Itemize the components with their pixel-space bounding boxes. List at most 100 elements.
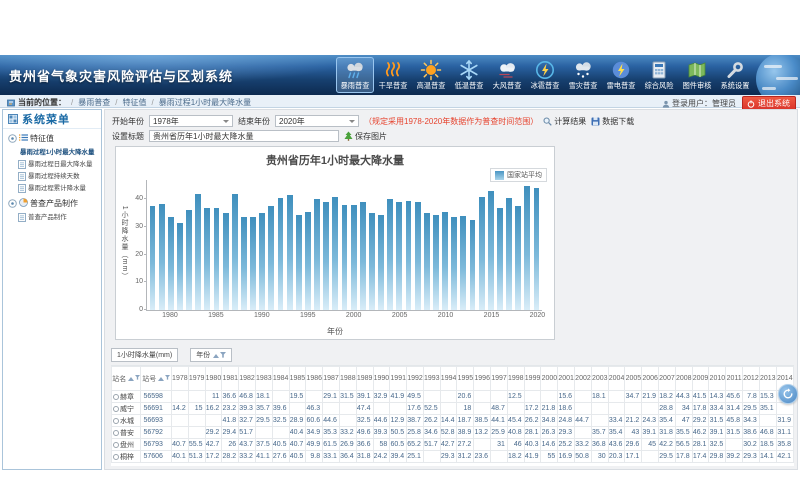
nav-item-high-temp[interactable]: 高温普查 — [412, 57, 450, 93]
col-year-2000[interactable]: 2000 — [541, 367, 558, 391]
nav-item-settings[interactable]: 系统设置 — [716, 57, 754, 93]
col-year-1985[interactable]: 1985 — [289, 367, 306, 391]
sidebar-item[interactable]: 暴雨过程1小时最大降水量 — [3, 146, 101, 158]
sort-asc-icon[interactable] — [213, 351, 219, 358]
col-year-2011[interactable]: 2011 — [726, 367, 743, 391]
nav-item-drought[interactable]: 干旱普查 — [374, 57, 412, 93]
col-year-2012[interactable]: 2012 — [743, 367, 760, 391]
col-year-1991[interactable]: 1991 — [390, 367, 407, 391]
col-year-1980[interactable]: 1980 — [205, 367, 222, 391]
value-cell: 28.1 — [524, 427, 541, 439]
row-radio-icon[interactable] — [113, 406, 119, 412]
col-year-1988[interactable]: 1988 — [339, 367, 356, 391]
col-year-2013[interactable]: 2013 — [759, 367, 776, 391]
col-year-1982[interactable]: 1982 — [239, 367, 256, 391]
calc-result-button[interactable]: 计算结果 — [543, 116, 586, 127]
sort-asc-icon[interactable] — [158, 374, 164, 381]
y-tickmark — [144, 281, 147, 282]
year-filter-box[interactable]: 年份 — [190, 348, 232, 362]
col-year-1989[interactable]: 1989 — [356, 367, 373, 391]
col-year-2003[interactable]: 2003 — [591, 367, 608, 391]
collapse-icon — [8, 134, 17, 143]
sidebar-item[interactable]: 普查产品制作 — [3, 211, 101, 223]
row-radio-icon[interactable] — [113, 430, 119, 436]
data-download-button[interactable]: 数据下载 — [591, 116, 634, 127]
col-year-2004[interactable]: 2004 — [608, 367, 625, 391]
refresh-float-button[interactable] — [778, 384, 798, 404]
col-year-1986[interactable]: 1986 — [306, 367, 323, 391]
col-station-id[interactable]: 站号 — [141, 367, 171, 391]
col-year-2010[interactable]: 2010 — [709, 367, 726, 391]
col-year-1978[interactable]: 1978 — [171, 367, 188, 391]
nav-item-snow[interactable]: 雪灾普查 — [564, 57, 602, 93]
filter-funnel-icon[interactable] — [165, 375, 170, 380]
row-radio-icon[interactable] — [113, 418, 119, 424]
save-image-button[interactable]: 保存图片 — [344, 131, 387, 142]
end-year-select[interactable]: 2020年 — [275, 115, 359, 127]
filter-funnel-icon[interactable] — [135, 375, 140, 380]
bar-1988 — [239, 180, 248, 310]
col-year-2001[interactable]: 2001 — [558, 367, 575, 391]
col-year-1983[interactable]: 1983 — [255, 367, 272, 391]
start-year-select[interactable]: 1978年 — [149, 115, 233, 127]
nav-item-gale[interactable]: 大风普查 — [488, 57, 526, 93]
nav-item-risk[interactable]: 综合风险 — [640, 57, 678, 93]
col-year-1984[interactable]: 1984 — [272, 367, 289, 391]
nav-item-map-review[interactable]: 图件审核 — [678, 57, 716, 93]
bar-2015 — [486, 180, 495, 310]
value-cell: 42.7 — [205, 439, 222, 451]
table-row[interactable]: 桐梓5760640.151.317.228.233.241.127.640.59… — [112, 451, 794, 463]
col-year-1999[interactable]: 1999 — [524, 367, 541, 391]
col-year-2006[interactable]: 2006 — [642, 367, 659, 391]
col-year-1994[interactable]: 1994 — [440, 367, 457, 391]
col-year-2002[interactable]: 2002 — [575, 367, 592, 391]
sidebar-item[interactable]: 暴雨过程日最大降水量 — [3, 158, 101, 170]
sort-asc-icon[interactable] — [128, 374, 134, 381]
col-year-2008[interactable]: 2008 — [675, 367, 692, 391]
nav-item-rainstorm[interactable]: 暴雨普查 — [336, 57, 374, 93]
value-cell: 50.8 — [575, 451, 592, 463]
query-controls-row: 开始年份 1978年 结束年份 2020年 （规定采用1978-2020年数据作… — [112, 114, 793, 128]
row-radio-icon[interactable] — [113, 454, 119, 460]
nav-item-low-temp[interactable]: 低温普查 — [450, 57, 488, 93]
table-row[interactable]: 水城5669341.832.729.532.528.960.644.632.54… — [112, 415, 794, 427]
col-year-1998[interactable]: 1998 — [507, 367, 524, 391]
row-radio-icon[interactable] — [113, 442, 119, 448]
table-row[interactable]: 赫章565981136.646.818.119.529.131.539.132.… — [112, 391, 794, 403]
col-year-2007[interactable]: 2007 — [659, 367, 676, 391]
row-radio-icon[interactable] — [113, 394, 119, 400]
col-year-1987[interactable]: 1987 — [323, 367, 340, 391]
value-cell: 40.5 — [289, 451, 306, 463]
col-station[interactable]: 站名 — [112, 367, 141, 391]
col-year-1997[interactable]: 1997 — [491, 367, 508, 391]
col-year-1979[interactable]: 1979 — [188, 367, 205, 391]
value-cell: 14.2 — [171, 403, 188, 415]
value-cell: 46.2 — [692, 427, 709, 439]
col-year-2005[interactable]: 2005 — [625, 367, 642, 391]
col-year-1996[interactable]: 1996 — [474, 367, 491, 391]
col-year-2009[interactable]: 2009 — [692, 367, 709, 391]
col-year-1992[interactable]: 1992 — [407, 367, 424, 391]
nav-item-lightning[interactable]: 雷电普查 — [602, 57, 640, 93]
sidebar-item[interactable]: 暴雨过程累计降水量 — [3, 182, 101, 194]
table-row[interactable]: 盘州5679340.755.542.72643.737.540.540.749.… — [112, 439, 794, 451]
col-year-1990[interactable]: 1990 — [373, 367, 390, 391]
col-year-1981[interactable]: 1981 — [222, 367, 239, 391]
table-row[interactable]: 威宁5669114.21516.223.239.335.739.646.347.… — [112, 403, 794, 415]
sidebar-item-label: 暴雨过程持续天数 — [28, 171, 80, 180]
drought-icon — [375, 59, 411, 81]
value-cell: 41.1 — [255, 451, 272, 463]
sidebar-group-toggle[interactable]: 特征值 — [3, 133, 101, 144]
value-cell — [642, 403, 659, 415]
chart-title-input[interactable] — [149, 130, 339, 142]
col-year-1993[interactable]: 1993 — [423, 367, 440, 391]
sidebar-item[interactable]: 暴雨过程持续天数 — [3, 170, 101, 182]
table-row[interactable]: 普安5679229.229.451.740.434.935.333.249.63… — [112, 427, 794, 439]
breadcrumb-item-1[interactable]: 暴雨普查 — [78, 97, 110, 108]
nav-item-hail[interactable]: 冰雹普查 — [526, 57, 564, 93]
breadcrumb-item-2[interactable]: 特征值 — [122, 97, 146, 108]
col-year-1995[interactable]: 1995 — [457, 367, 474, 391]
filter-funnel-icon[interactable] — [220, 352, 226, 358]
breadcrumb-item-3[interactable]: 暴雨过程1小时最大降水量 — [159, 97, 251, 108]
sidebar-group-toggle[interactable]: 普查产品制作 — [3, 198, 101, 209]
